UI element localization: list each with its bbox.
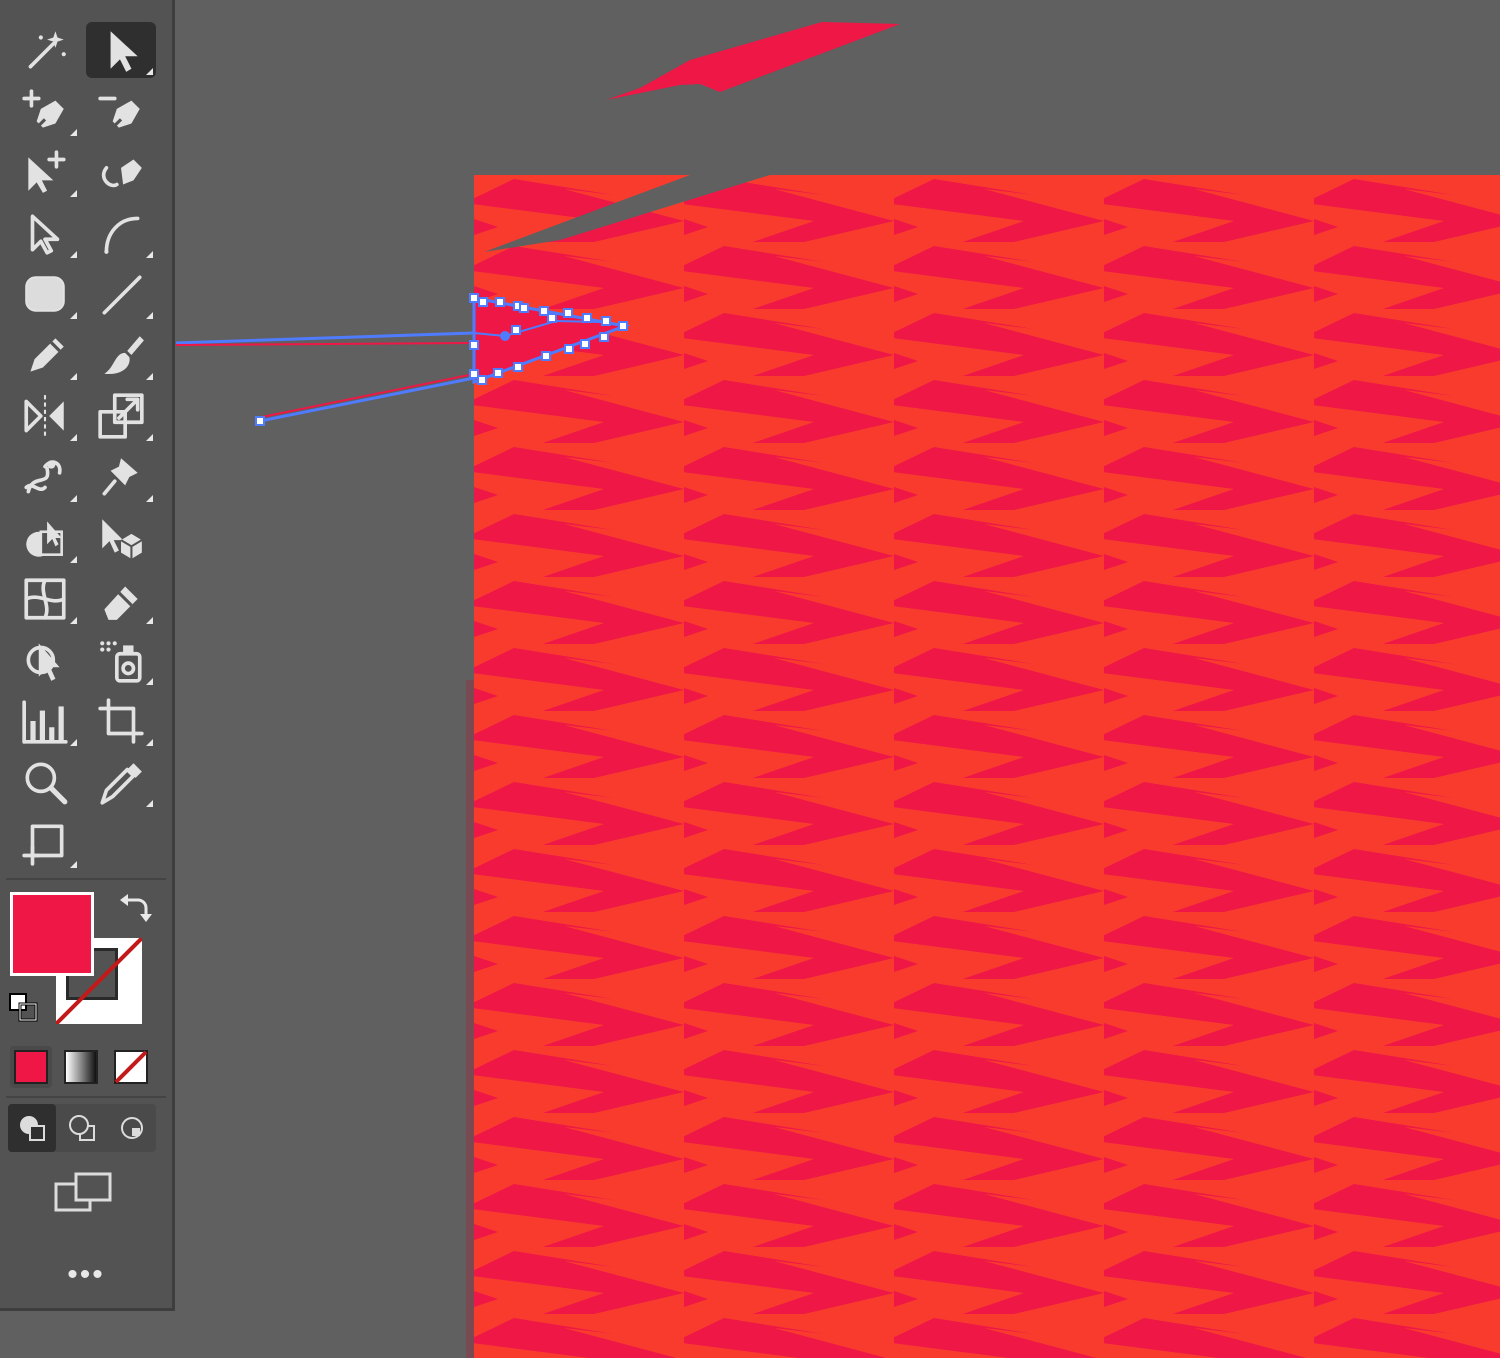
- draw-inside-icon: [121, 1117, 143, 1139]
- pen-plus-icon: [22, 89, 64, 129]
- spray-icon: [100, 641, 142, 683]
- tools-separator: [6, 1096, 166, 1098]
- direct-selection-tool[interactable]: [10, 205, 80, 261]
- cube-arrow-icon: [102, 519, 143, 559]
- tools-separator: [6, 878, 166, 880]
- puppet-warp-tool[interactable]: [86, 449, 156, 505]
- tool-flyout-indicator: [70, 556, 77, 563]
- tool-flyout-indicator: [70, 861, 77, 868]
- blend-icon: [26, 643, 60, 681]
- change-screen-mode-icon[interactable]: [54, 1170, 114, 1214]
- tool-flyout-indicator: [70, 190, 77, 197]
- crop-icon: [98, 698, 144, 744]
- tool-flyout-indicator: [146, 617, 153, 624]
- bar-graph-icon: [22, 700, 68, 744]
- tool-flyout-indicator: [70, 617, 77, 624]
- none-icon: [114, 1050, 148, 1084]
- tool-flyout-indicator: [70, 251, 77, 258]
- tool-flyout-indicator: [146, 312, 153, 319]
- tool-flyout-indicator: [70, 739, 77, 746]
- tool-flyout-indicator: [70, 495, 77, 502]
- magic-wand-tool[interactable]: [10, 22, 80, 78]
- crop-artboard-tool[interactable]: [86, 693, 156, 749]
- artboard-tool[interactable]: [10, 815, 80, 871]
- draw-mode-group: [8, 1104, 156, 1152]
- hollow-arrow-icon: [30, 214, 60, 255]
- default-fill-stroke-icon[interactable]: [8, 992, 40, 1024]
- pencil-tool[interactable]: [10, 327, 80, 383]
- eraser-icon: [104, 586, 138, 620]
- arc-icon: [104, 216, 140, 254]
- tool-flyout-indicator: [70, 312, 77, 319]
- selection-tool[interactable]: [86, 22, 156, 78]
- eraser-tool[interactable]: [86, 571, 156, 627]
- shape-builder-tool[interactable]: [10, 510, 80, 566]
- swap-fill-stroke-icon[interactable]: [116, 890, 152, 926]
- rounded-rectangle-tool[interactable]: [10, 266, 80, 322]
- scale-icon: [98, 393, 144, 439]
- edit-toolbar-button[interactable]: •••: [0, 1258, 172, 1292]
- delete-anchor-point-tool[interactable]: [86, 83, 156, 139]
- draw-normal-icon: [20, 1116, 45, 1141]
- arrow-select-icon: [110, 31, 138, 72]
- tools-panel: •••: [0, 0, 175, 1311]
- perspective-selection-tool[interactable]: [86, 510, 156, 566]
- color-icon: [14, 1050, 48, 1084]
- line-segment-tool[interactable]: [86, 266, 156, 322]
- none-mode-button[interactable]: [110, 1046, 152, 1088]
- tool-flyout-indicator: [146, 800, 153, 807]
- tool-flyout-indicator: [70, 434, 77, 441]
- fill-swatch[interactable]: [10, 892, 94, 976]
- warp-tool[interactable]: [10, 449, 80, 505]
- tool-flyout-indicator: [146, 495, 153, 502]
- gradient-mode-button[interactable]: [60, 1046, 102, 1088]
- shape-builder-icon: [26, 521, 63, 557]
- tool-flyout-indicator: [70, 373, 77, 380]
- chevron-pattern-object[interactable]: [474, 175, 1500, 1358]
- reflect-icon: [24, 395, 64, 437]
- tool-flyout-indicator: [146, 251, 153, 258]
- group-selection-tool[interactable]: [10, 144, 80, 200]
- detached-shape[interactable]: [606, 22, 900, 100]
- scale-tool[interactable]: [86, 388, 156, 444]
- tool-flyout-indicator: [146, 434, 153, 441]
- pen-curve-icon: [101, 159, 142, 188]
- zoom-tool[interactable]: [10, 754, 80, 810]
- add-anchor-point-tool[interactable]: [10, 83, 80, 139]
- artboard-icon: [22, 824, 64, 866]
- magic-wand-icon: [28, 31, 66, 69]
- draw-inside-button[interactable]: [108, 1104, 156, 1152]
- curvature-pen-tool[interactable]: [86, 144, 156, 200]
- reflect-tool[interactable]: [10, 388, 80, 444]
- pin-icon: [102, 458, 138, 496]
- mesh-icon: [24, 578, 66, 620]
- canvas-artwork[interactable]: [0, 0, 1500, 1358]
- eyedropper-icon: [100, 763, 142, 805]
- gradient-icon: [64, 1050, 98, 1084]
- tool-flyout-indicator: [146, 739, 153, 746]
- graph-tool[interactable]: [10, 693, 80, 749]
- pen-minus-icon: [98, 96, 140, 129]
- draw-behind-icon: [69, 1115, 95, 1141]
- symbol-sprayer-tool[interactable]: [86, 632, 156, 688]
- color-mode-button[interactable]: [10, 1046, 52, 1088]
- paintbrush-tool[interactable]: [86, 327, 156, 383]
- curvature-tool[interactable]: [86, 205, 156, 261]
- tool-flyout-indicator: [146, 373, 153, 380]
- brush-icon: [104, 336, 144, 375]
- arrow-plus-icon: [28, 150, 66, 193]
- draw-behind-button[interactable]: [58, 1104, 106, 1152]
- draw-normal-button[interactable]: [8, 1104, 56, 1152]
- tool-flyout-indicator: [146, 678, 153, 685]
- blend-tool[interactable]: [10, 632, 80, 688]
- pencil-icon: [30, 338, 64, 372]
- tool-flyout-indicator: [70, 129, 77, 136]
- mesh-tool[interactable]: [10, 571, 80, 627]
- line-icon: [102, 275, 142, 315]
- rounded-rect-icon: [25, 276, 65, 312]
- warp-icon: [24, 460, 62, 494]
- tool-flyout-indicator: [146, 68, 153, 75]
- magnifier-icon: [25, 762, 68, 805]
- eyedropper-tool[interactable]: [86, 754, 156, 810]
